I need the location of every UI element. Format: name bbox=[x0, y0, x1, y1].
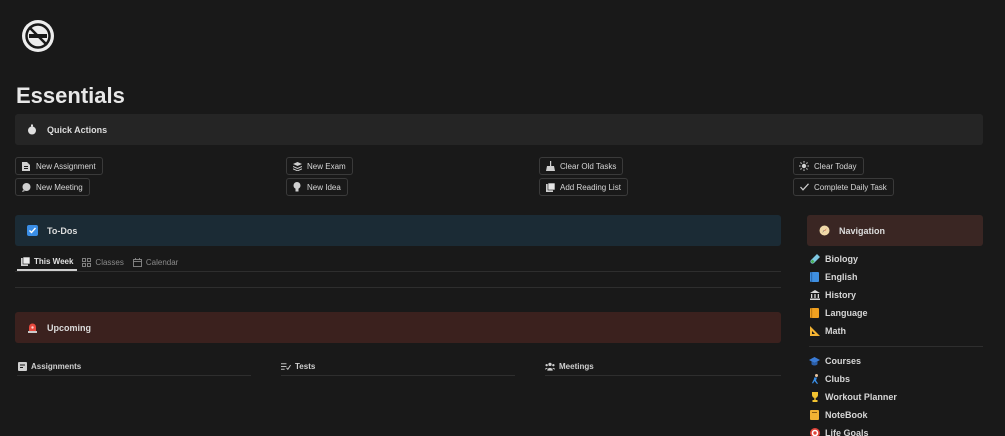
view-divider bbox=[15, 287, 781, 288]
triangle-ruler-icon bbox=[809, 326, 820, 337]
trophy-icon bbox=[809, 392, 820, 403]
nav-link-english[interactable]: English bbox=[809, 268, 985, 286]
museum-icon bbox=[809, 290, 820, 301]
notepad-icon bbox=[17, 362, 27, 372]
orange-book-icon bbox=[809, 308, 820, 319]
broom-icon bbox=[545, 161, 555, 171]
todos-title: To-Dos bbox=[47, 225, 78, 236]
lightbulb-icon bbox=[292, 182, 302, 192]
stack-icon bbox=[292, 161, 302, 171]
siren-icon bbox=[25, 321, 39, 335]
navigation-list: Biology English History Language Math Co… bbox=[809, 250, 985, 436]
navigation-header: Navigation bbox=[807, 215, 983, 246]
nav-link-notebook[interactable]: NoteBook bbox=[809, 406, 985, 424]
blue-book-icon bbox=[809, 272, 820, 283]
quick-actions-title: Quick Actions bbox=[47, 124, 108, 135]
chat-bubble-icon bbox=[21, 182, 31, 192]
no-smoking-icon[interactable] bbox=[20, 18, 56, 54]
list-check-icon bbox=[281, 362, 291, 372]
checkbox-icon bbox=[25, 224, 39, 238]
nav-link-math[interactable]: Math bbox=[809, 322, 985, 340]
sun-icon bbox=[799, 161, 809, 171]
notebook-icon bbox=[809, 410, 820, 421]
todos-view-tabs: This Week Classes Calendar bbox=[17, 253, 183, 271]
navigation-title: Navigation bbox=[839, 225, 886, 236]
nav-link-history[interactable]: History bbox=[809, 286, 985, 304]
test-tube-icon bbox=[809, 254, 820, 265]
book-icon bbox=[545, 182, 555, 192]
new-idea-button[interactable]: New Idea bbox=[286, 178, 348, 196]
book-icon bbox=[21, 256, 30, 266]
people-icon bbox=[545, 362, 555, 372]
todos-header: To-Dos bbox=[15, 215, 781, 246]
stopwatch-icon bbox=[25, 123, 39, 137]
new-assignment-button[interactable]: New Assignment bbox=[15, 157, 103, 175]
complete-daily-task-button[interactable]: Complete Daily Task bbox=[793, 178, 894, 196]
nav-link-clubs[interactable]: Clubs bbox=[809, 370, 985, 388]
checkmark-icon bbox=[799, 182, 809, 192]
graduation-cap-icon bbox=[809, 356, 820, 367]
assignments-column-header[interactable]: Assignments bbox=[17, 358, 251, 376]
tab-calendar[interactable]: Calendar bbox=[129, 253, 182, 271]
nav-link-life-goals[interactable]: Life Goals bbox=[809, 424, 985, 436]
compass-icon bbox=[817, 224, 831, 238]
clear-old-tasks-button[interactable]: Clear Old Tasks bbox=[539, 157, 624, 175]
tab-this-week[interactable]: This Week bbox=[17, 253, 78, 271]
clear-today-button[interactable]: Clear Today bbox=[793, 157, 864, 175]
add-reading-list-button[interactable]: Add Reading List bbox=[539, 178, 628, 196]
tests-column-header[interactable]: Tests bbox=[281, 358, 515, 376]
tab-classes[interactable]: Classes bbox=[78, 253, 127, 271]
upcoming-title: Upcoming bbox=[47, 322, 91, 333]
calendar-icon bbox=[132, 257, 142, 267]
target-icon bbox=[809, 428, 820, 436]
meetings-column-header[interactable]: Meetings bbox=[545, 358, 781, 376]
new-exam-button[interactable]: New Exam bbox=[286, 157, 353, 175]
nav-link-courses[interactable]: Courses bbox=[809, 352, 985, 370]
nav-link-workout-planner[interactable]: Workout Planner bbox=[809, 388, 985, 406]
nav-link-language[interactable]: Language bbox=[809, 304, 985, 322]
nav-link-biology[interactable]: Biology bbox=[809, 250, 985, 268]
navigation-divider bbox=[809, 346, 983, 347]
upcoming-header: Upcoming bbox=[15, 312, 781, 343]
runner-icon bbox=[809, 374, 820, 385]
page-title: Essentials bbox=[16, 83, 125, 108]
document-icon bbox=[21, 161, 31, 171]
tabs-divider bbox=[15, 271, 781, 272]
new-meeting-button[interactable]: New Meeting bbox=[15, 178, 90, 196]
grid-icon bbox=[82, 257, 92, 267]
quick-actions-header: Quick Actions bbox=[15, 114, 983, 145]
